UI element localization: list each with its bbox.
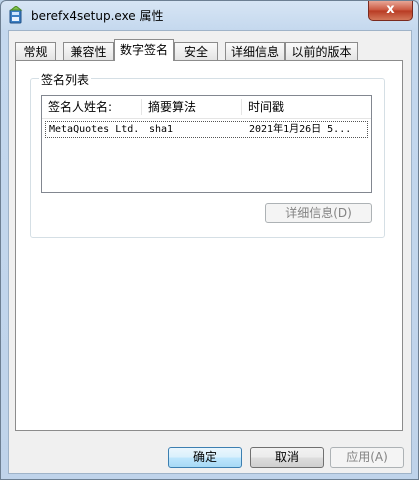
setup-app-icon [8, 5, 24, 24]
title-bar[interactable]: berefx4setup.exe 属性 x [1, 1, 418, 29]
tab-page-digital-signatures: 签名列表 签名人姓名: 摘要算法 时间戳 MetaQuotes Ltd. sha… [15, 60, 403, 431]
ok-button[interactable]: 确定 [168, 447, 242, 468]
tab-digital-signatures[interactable]: 数字签名 [114, 39, 174, 61]
dialog-body: 常规 兼容性 数字签名 安全 详细信息 以前的版本 签名列表 签名人姓名: 摘要… [8, 30, 412, 474]
digest-cell: sha1 [149, 124, 174, 135]
cancel-button[interactable]: 取消 [250, 447, 324, 468]
close-icon: x [386, 2, 395, 17]
list-header: 签名人姓名: 摘要算法 时间戳 [42, 96, 371, 119]
column-digest[interactable]: 摘要算法 [142, 96, 242, 118]
close-button[interactable]: x [368, 1, 413, 21]
timestamp-cell: 2021年1月26日 5... [249, 124, 352, 135]
window-title: berefx4setup.exe 属性 [31, 9, 164, 23]
signer-cell: MetaQuotes Ltd. [49, 124, 140, 135]
signature-list[interactable]: 签名人姓名: 摘要算法 时间戳 MetaQuotes Ltd. sha1 202… [41, 95, 372, 193]
tab-compatibility[interactable]: 兼容性 [63, 42, 114, 60]
apply-button[interactable]: 应用(A) [330, 447, 404, 468]
details-button[interactable]: 详细信息(D) [265, 203, 372, 223]
tab-general[interactable]: 常规 [15, 42, 56, 60]
tab-previous-versions[interactable]: 以前的版本 [285, 42, 358, 60]
column-timestamp[interactable]: 时间戳 [242, 96, 370, 118]
signature-list-label: 签名列表 [39, 71, 92, 88]
tab-security[interactable]: 安全 [174, 42, 218, 60]
properties-window: berefx4setup.exe 属性 x 常规 兼容性 数字签名 安全 详细信… [0, 0, 419, 480]
column-signer[interactable]: 签名人姓名: [42, 96, 142, 118]
table-row[interactable]: MetaQuotes Ltd. sha1 2021年1月26日 5... [45, 121, 368, 138]
signature-list-group: 签名列表 签名人姓名: 摘要算法 时间戳 MetaQuotes Ltd. sha… [30, 71, 385, 238]
tab-details[interactable]: 详细信息 [225, 42, 285, 60]
